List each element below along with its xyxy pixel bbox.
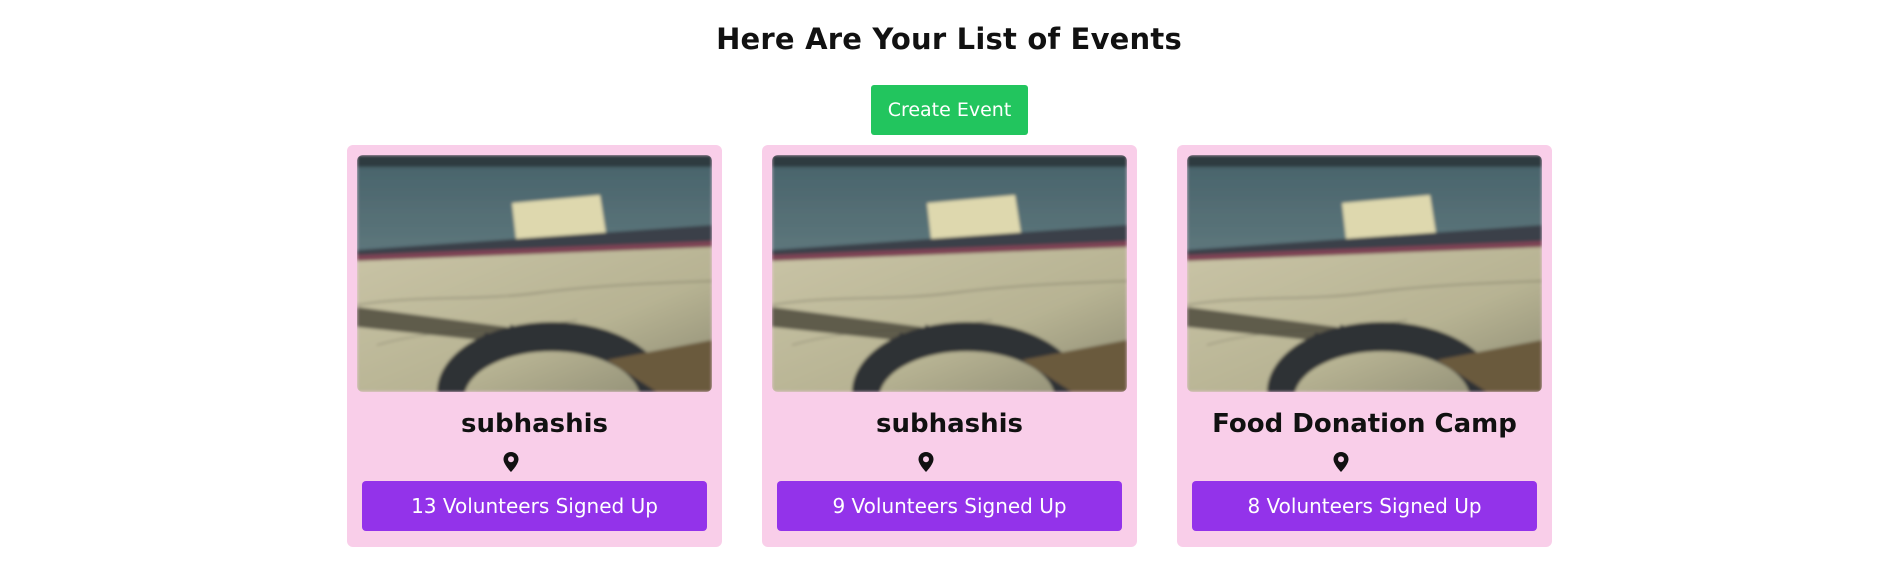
event-image	[772, 155, 1127, 392]
event-image	[1187, 155, 1542, 392]
map-pin-icon	[1333, 452, 1349, 472]
event-title: Food Donation Camp	[1212, 409, 1517, 439]
page-title: Here Are Your List of Events	[716, 22, 1182, 56]
event-title: subhashis	[460, 409, 609, 439]
event-card: subhashis 9 Volunteers Signed Up	[762, 145, 1137, 547]
event-image	[357, 155, 712, 392]
map-pin-icon	[918, 452, 934, 472]
volunteers-signed-up-button[interactable]: 9 Volunteers Signed Up	[777, 481, 1122, 531]
volunteers-signed-up-button[interactable]: 8 Volunteers Signed Up	[1192, 481, 1537, 531]
create-event-button[interactable]: Create Event	[871, 85, 1028, 135]
event-card: Food Donation Camp 8 Volunteers Signed U…	[1177, 145, 1552, 547]
volunteers-signed-up-button[interactable]: 13 Volunteers Signed Up	[362, 481, 707, 531]
event-card-list: subhashis 13 Volunteers Signed Up subhas…	[347, 145, 1552, 547]
map-pin-icon	[503, 452, 519, 472]
event-title: subhashis	[875, 409, 1024, 439]
event-card: subhashis 13 Volunteers Signed Up	[347, 145, 722, 547]
